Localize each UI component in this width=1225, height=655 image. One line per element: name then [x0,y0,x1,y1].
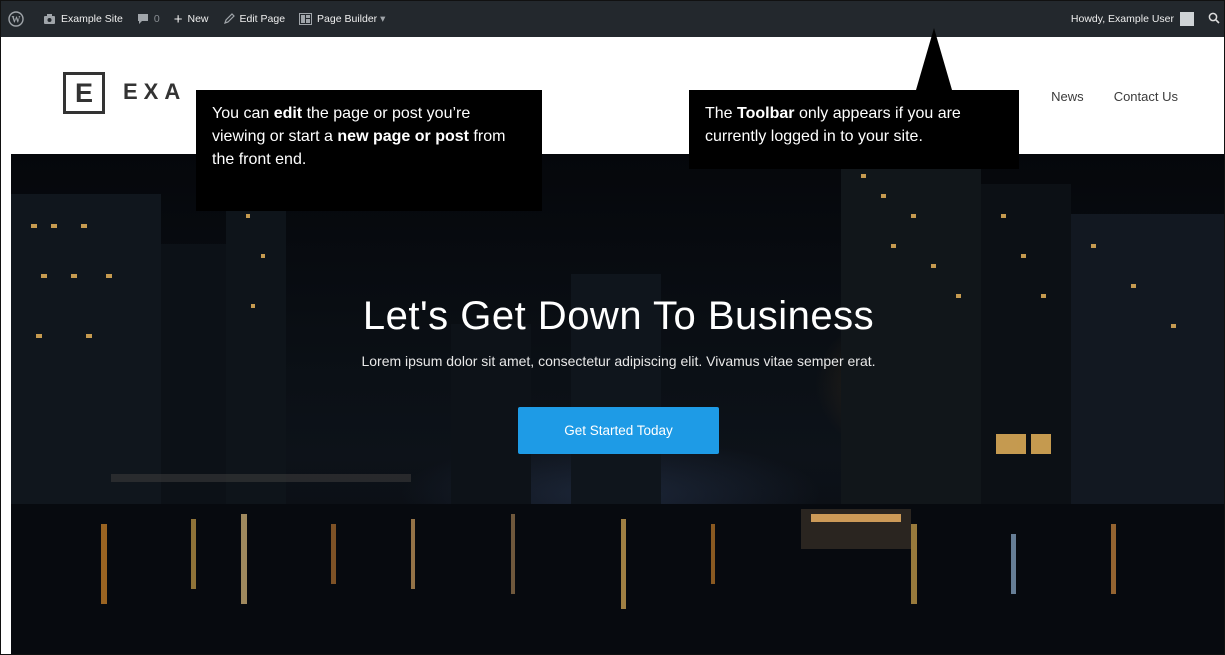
pencil-icon [223,13,235,25]
page-builder-menu[interactable]: Page Builder ▾ [292,1,392,37]
site-header: E EXA News Contact Us [11,37,1224,154]
edit-page-label: Edit Page [239,13,286,25]
main-navigation: News Contact Us [1051,89,1178,104]
nav-item-news[interactable]: News [1051,89,1084,104]
edit-page-link[interactable]: Edit Page [216,1,293,37]
callout-bold-text: edit [273,105,303,122]
search-icon [1208,12,1220,27]
page-builder-icon [299,13,313,25]
hero-title: Let's Get Down To Business [362,294,875,338]
callout-pointer [916,28,952,90]
site-home-icon [43,13,56,25]
howdy-greeting: Howdy, Example User [1070,13,1174,25]
svg-text:W: W [12,15,21,25]
get-started-button[interactable]: Get Started Today [518,407,719,454]
new-label: New [187,13,209,25]
comments-link[interactable]: 0 [130,1,167,37]
hero-subtitle: Lorem ipsum dolor sit amet, consectetur … [361,353,876,369]
logo-letter: E [74,77,93,108]
site-name-label: Example Site [61,13,123,25]
hero-content: Let's Get Down To Business Lorem ipsum d… [11,294,1224,454]
site-logo[interactable]: E [63,72,105,114]
admin-toolbar: W Example Site 0 + New Edit Page Page Bu… [1,1,1224,37]
wordpress-icon: W [8,11,24,27]
callout-text: You can [212,105,274,122]
nav-item-contact-us[interactable]: Contact Us [1114,89,1178,104]
comments-icon [137,13,149,25]
callout-toolbar: The Toolbar only appears if you are curr… [689,90,1019,169]
site-name-link[interactable]: Example Site [36,1,130,37]
logo-text: EXA [123,79,187,104]
callout-edit-front-end: You can edit the page or post you’re vie… [196,90,542,211]
new-content-menu[interactable]: + New [167,1,216,37]
wordpress-menu[interactable]: W [1,1,36,37]
plus-icon: + [173,10,183,28]
page-builder-label: Page Builder [317,13,378,25]
browser-frame: W Example Site 0 + New Edit Page Page Bu… [0,0,1225,655]
hero-section: Let's Get Down To Business Lorem ipsum d… [11,154,1224,654]
search-button[interactable] [1201,1,1224,37]
comments-count: 0 [153,13,160,25]
avatar [1180,12,1194,26]
callout-bold-text: Toolbar [737,105,795,122]
chevron-down-icon: ▾ [380,13,386,25]
my-account-menu[interactable]: Howdy, Example User [1064,1,1201,37]
callout-text: The [705,105,738,122]
callout-bold-text: new page or post [337,128,469,145]
